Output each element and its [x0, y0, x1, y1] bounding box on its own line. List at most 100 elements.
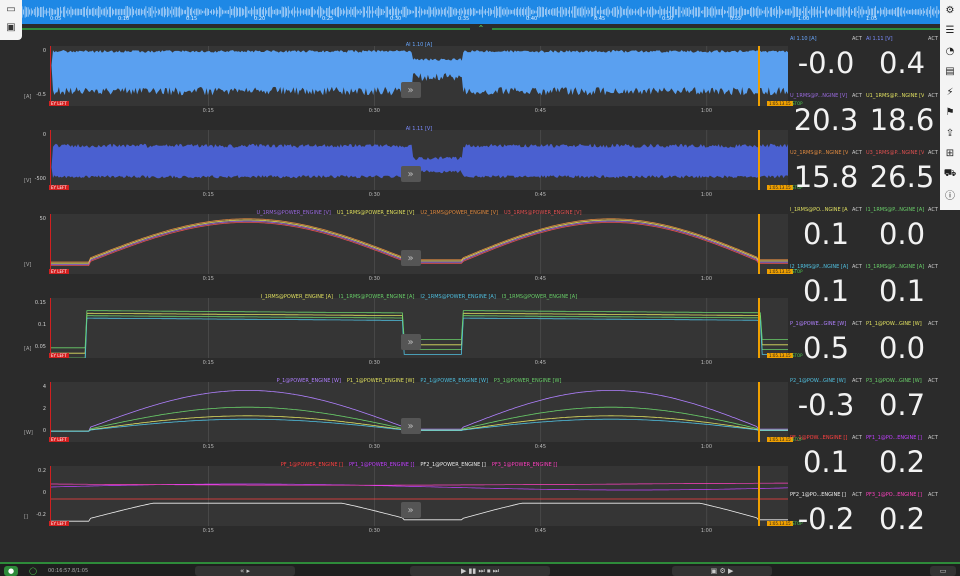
window-button[interactable]: ▭ — [930, 566, 956, 576]
time-cursor[interactable] — [758, 130, 760, 190]
channel-value: 0.1 — [790, 274, 862, 308]
start-marker-label: EY LEFT — [49, 185, 69, 190]
fast-forward-icon[interactable]: » — [401, 418, 421, 434]
graph-panel-3[interactable]: U_1RMS@POWER_ENGINE [V] U1_1RMS@POWER_ENG… — [22, 208, 790, 292]
channel-value: 0.1 — [866, 274, 938, 308]
value-readout[interactable]: PF_1@POW...ENGINE [] ACT 0.1 — [790, 435, 862, 491]
report-icon[interactable]: ▤ — [940, 62, 960, 83]
value-readout[interactable]: P_1@POWE...GINE [W] ACT 0.5 — [790, 321, 862, 377]
overview-time-axis: 0:05 0:10 0:15 0:20 0:25 0:30 0:35 0:40 0:45 0:50… — [22, 14, 940, 24]
value-row: P2_1@POW...GINE [W] ACT -0.3 P3_1@POW...GIN… — [790, 378, 940, 436]
value-readout[interactable]: PF3_1@PO...ENGINE [] ACT 0.2 — [866, 492, 938, 548]
zoom-out-button[interactable]: « ▸ — [195, 566, 295, 576]
graph-panel-5[interactable]: P_1@POWER_ENGINE [W] P1_1@POWER_ENGINE [W… — [22, 376, 790, 460]
time-cursor[interactable] — [758, 214, 760, 274]
channel-label: P3_1@POW...GINE [W] — [866, 378, 924, 384]
time-cursor[interactable] — [758, 382, 760, 442]
gear-icon[interactable]: ⚙ — [940, 0, 960, 21]
camera-button[interactable]: ▣ ⚙ ▶ — [672, 566, 772, 576]
plot-title: P_1@POWER_ENGINE [W] P1_1@POWER_ENGINE [W… — [50, 378, 788, 384]
channel-name: AI 1.10 [A] — [406, 42, 433, 48]
record-status-icon[interactable]: ◯ — [26, 566, 40, 576]
value-readout[interactable]: I3_1RMS@P...NGINE [A] ACT 0.1 — [866, 264, 938, 320]
channel-value: 26.5 — [866, 160, 938, 194]
fast-forward-icon[interactable]: » — [401, 334, 421, 350]
overview-tick: 0:40 — [526, 16, 537, 22]
fast-forward-icon[interactable]: » — [401, 502, 421, 518]
cursor-time-label: 1:05.13.15 — [767, 269, 793, 274]
time-cursor[interactable] — [758, 298, 760, 358]
channel-name: I3_1RMS@POWER_ENGINE [A] — [502, 294, 577, 300]
value-readout[interactable]: U1_1RMS@P...NGINE [V] ACT 18.6 — [866, 93, 938, 149]
play-status-icon[interactable]: ● — [4, 566, 18, 576]
bus-icon[interactable]: ▣ — [0, 18, 22, 36]
monitor-icon[interactable]: ▭ — [0, 0, 22, 18]
cursor-time-label: 1:05.13.15 — [767, 185, 793, 190]
graph-panel-4[interactable]: I_1RMS@POWER_ENGINE [A] I1_1RMS@POWER_ENG… — [22, 292, 790, 376]
fast-forward-icon[interactable]: » — [401, 250, 421, 266]
info-icon[interactable]: ⓘ — [940, 185, 960, 206]
value-row: P_1@POWE...GINE [W] ACT 0.5 P1_1@POW...GINE… — [790, 321, 940, 379]
act-label: ACT — [928, 264, 938, 270]
channel-value: 20.3 — [790, 103, 862, 137]
channel-name: U2_1RMS@POWER_ENGINE [V] — [420, 210, 498, 216]
value-readout[interactable]: AI 1.11 [V] ACT 0.4 — [866, 36, 938, 92]
time-cursor[interactable] — [758, 46, 760, 106]
channel-label: P2_1@POW...GINE [W] — [790, 378, 848, 384]
value-readout[interactable]: U_1RMS@P...NGINE [V] ACT 20.3 — [790, 93, 862, 149]
act-label: ACT — [852, 435, 862, 441]
channel-label: PF_1@POW...ENGINE [] — [790, 435, 848, 441]
value-readout[interactable]: I2_1RMS@P...NGINE [A] ACT 0.1 — [790, 264, 862, 320]
network-icon[interactable]: ⊞ — [940, 144, 960, 165]
value-readout[interactable]: I1_1RMS@P...NGINE [A] ACT 0.0 — [866, 207, 938, 263]
act-label: ACT — [852, 93, 862, 99]
value-readout[interactable]: P3_1@POW...GINE [W] ACT 0.7 — [866, 378, 938, 434]
channel-label: PF2_1@PO...ENGINE [] — [790, 492, 848, 498]
value-readout[interactable]: P2_1@POW...GINE [W] ACT -0.3 — [790, 378, 862, 434]
y-axis-label: 0.2 — [22, 468, 46, 474]
value-readout[interactable]: U3_1RMS@P...NGINE [V] ACT 26.5 — [866, 150, 938, 206]
y-axis-label: 0.1 — [22, 322, 46, 328]
channel-name: U1_1RMS@POWER_ENGINE [V] — [337, 210, 415, 216]
bolt-icon[interactable]: ⚡ — [940, 82, 960, 103]
export-icon[interactable]: ⇪ — [940, 123, 960, 144]
value-readout[interactable]: I_1RMS@PO...NGINE [A] ACT 0.1 — [790, 207, 862, 263]
flag-icon[interactable]: ⚑ — [940, 103, 960, 124]
x-axis-label: 1:00 — [701, 108, 712, 114]
value-readout[interactable]: AI 1.10 [A] ACT -0.0 — [790, 36, 862, 92]
start-marker — [50, 214, 51, 274]
channel-label: I1_1RMS@P...NGINE [A] — [866, 207, 924, 213]
gauge-icon[interactable]: ◔ — [940, 41, 960, 62]
value-readout[interactable]: P1_1@POW...GINE [W] ACT 0.0 — [866, 321, 938, 377]
channel-label: P_1@POWE...GINE [W] — [790, 321, 848, 327]
overview-tick: 1:05 — [866, 16, 877, 22]
value-readout[interactable]: PF1_1@PO...ENGINE [] ACT 0.2 — [866, 435, 938, 491]
playback-controls[interactable]: ▶ ▮▮ ⏭ ⏹ ⏭ — [410, 566, 550, 576]
act-label: ACT — [928, 435, 938, 441]
fast-forward-icon[interactable]: » — [401, 82, 421, 98]
plot-title: AI 1.11 [V] — [50, 126, 788, 132]
x-axis-label: 1:00 — [701, 444, 712, 450]
car-icon[interactable]: ⛟ — [940, 164, 960, 185]
overview-tick: 0:15 — [186, 16, 197, 22]
graph-panel-6[interactable]: PF_1@POWER_ENGINE [] PF1_1@POWER_ENGINE [… — [22, 460, 790, 544]
overview-tick: 0:25 — [322, 16, 333, 22]
channel-value: 0.0 — [866, 331, 938, 365]
right-tool-bar: ⚙ ☰ ◔ ▤ ⚡ ⚑ ⇪ ⊞ ⛟ ⓘ — [940, 0, 960, 210]
x-axis-label: 0:15 — [203, 444, 214, 450]
overview-tick: 0:45 — [594, 16, 605, 22]
channel-value: 0.2 — [866, 502, 938, 536]
y-axis-unit: [A] — [24, 94, 31, 100]
channel-name: PF2_1@POWER_ENGINE [] — [420, 462, 485, 468]
overview-waveform[interactable]: 0:05 0:10 0:15 0:20 0:25 0:30 0:35 0:40 0:45 0:50… — [22, 0, 940, 24]
time-cursor[interactable] — [758, 466, 760, 526]
list-icon[interactable]: ☰ — [940, 21, 960, 42]
value-readout[interactable]: PF2_1@PO...ENGINE [] ACT -0.2 — [790, 492, 862, 548]
graph-panel-2[interactable]: AI 1.11 [V] 0 -500 [V] 0:15 0:30 0:45 1:00 EY LE… — [22, 124, 790, 208]
start-marker — [50, 46, 51, 106]
fast-forward-icon[interactable]: » — [401, 166, 421, 182]
collapse-overview-icon[interactable]: ⌃ — [470, 24, 492, 34]
value-readout[interactable]: U2_1RMS@P...NGINE [V] ACT 15.8 — [790, 150, 862, 206]
graph-panel-1[interactable]: AI 1.10 [A] 0 -0.5 [A] 0:15 0:30 0:45 1:00 EY LE… — [22, 40, 790, 124]
channel-value: 0.1 — [790, 445, 862, 479]
